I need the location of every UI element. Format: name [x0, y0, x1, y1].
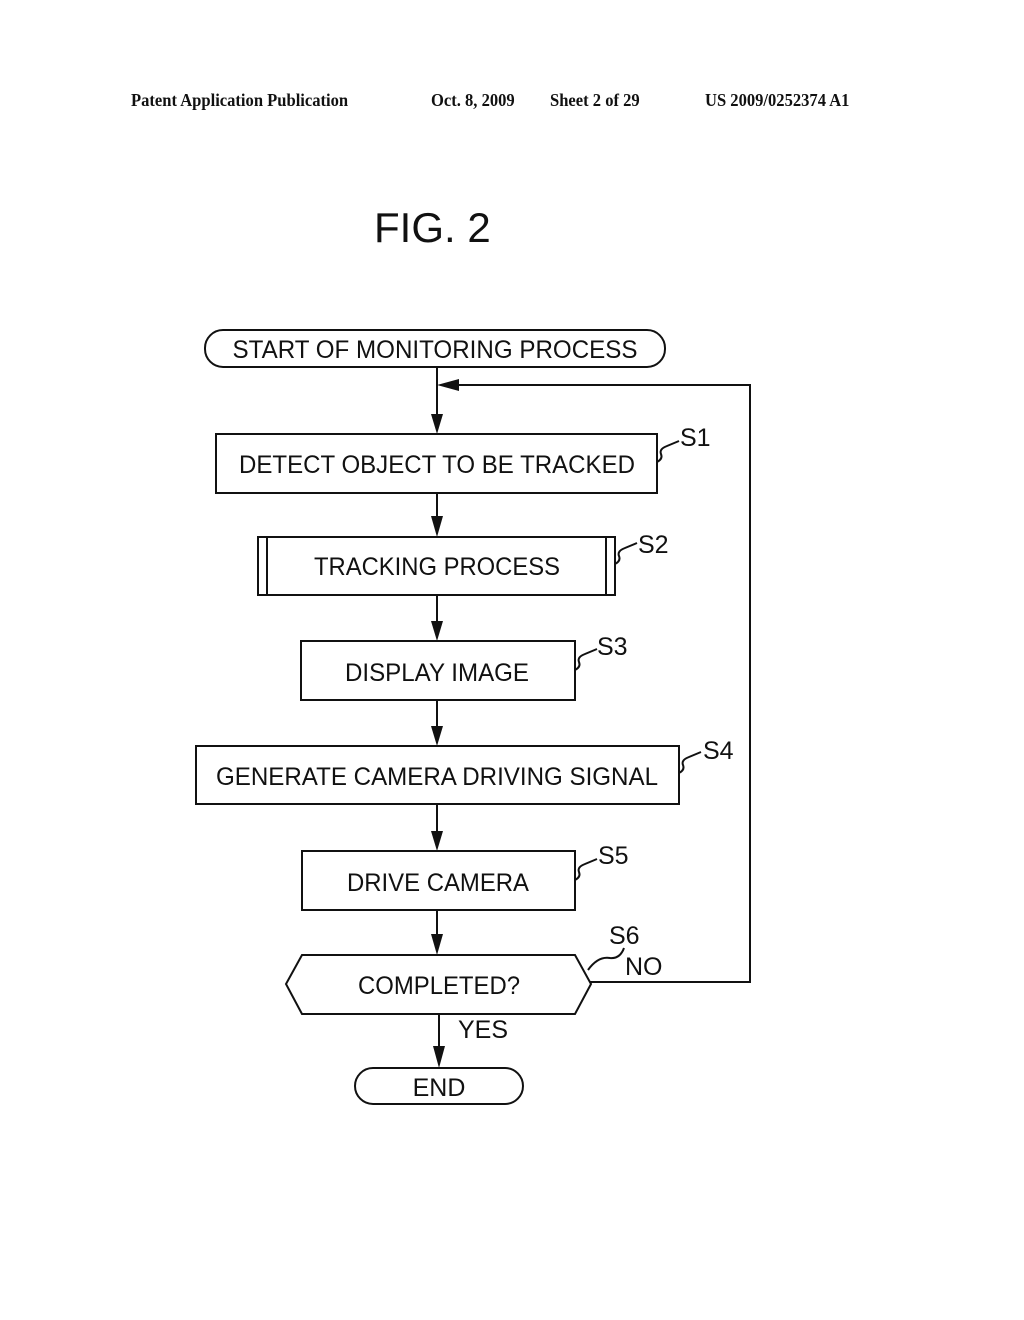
- step-s2-leader: [614, 542, 638, 565]
- step-s3-leader: [574, 648, 598, 671]
- step-s5-leader: [574, 858, 598, 881]
- step-s1-id: S1: [680, 424, 711, 452]
- arrow-down-icon: [431, 726, 443, 746]
- flowchart: START OF MONITORING PROCESS DETECT OBJEC…: [195, 329, 751, 1105]
- arrow-down-icon: [431, 621, 443, 641]
- branch-yes-label: YES: [458, 1016, 508, 1044]
- step-s6-label: COMPLETED?: [358, 972, 520, 1000]
- arrow-down-icon: [431, 831, 443, 851]
- step-s1: DETECT OBJECT TO BE TRACKED S1: [215, 424, 711, 494]
- step-s1-leader: [656, 440, 680, 463]
- step-s3-label: DISPLAY IMAGE: [345, 659, 529, 687]
- arrow-left-icon: [437, 379, 459, 391]
- step-s3-id: S3: [597, 633, 628, 661]
- arrow-down-icon: [431, 516, 443, 537]
- step-s2-id: S2: [638, 531, 669, 559]
- step-s4-id: S4: [703, 737, 734, 765]
- step-s5: DRIVE CAMERA S5: [301, 842, 629, 911]
- step-s2-label: TRACKING PROCESS: [314, 553, 560, 581]
- step-s6-id: S6: [609, 922, 640, 950]
- step-s5-id: S5: [598, 842, 629, 870]
- end-terminator: END: [354, 1067, 524, 1105]
- end-label: END: [413, 1074, 466, 1102]
- step-s2: TRACKING PROCESS S2: [257, 531, 669, 596]
- branch-no-label: NO: [625, 953, 663, 981]
- step-s6-leader: [587, 947, 625, 971]
- step-s3: DISPLAY IMAGE S3: [300, 633, 628, 701]
- step-s1-label: DETECT OBJECT TO BE TRACKED: [239, 451, 635, 479]
- step-s6: COMPLETED? S6 NO: [284, 922, 663, 1015]
- arrow-down-icon: [431, 414, 443, 434]
- step-s4: GENERATE CAMERA DRIVING SIGNAL S4: [195, 737, 734, 805]
- start-terminator: START OF MONITORING PROCESS: [204, 329, 666, 368]
- step-s4-label: GENERATE CAMERA DRIVING SIGNAL: [216, 763, 658, 791]
- arrow-down-icon: [433, 1046, 445, 1068]
- arrow-down-icon: [431, 934, 443, 955]
- start-label: START OF MONITORING PROCESS: [233, 336, 638, 364]
- step-s4-leader: [678, 751, 702, 774]
- step-s5-label: DRIVE CAMERA: [347, 869, 529, 897]
